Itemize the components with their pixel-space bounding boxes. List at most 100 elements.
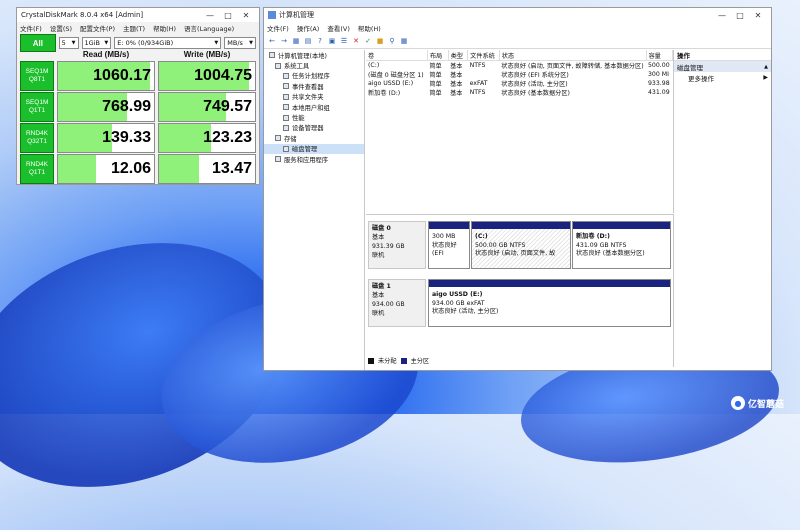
col-capacity[interactable]: 容量 [646,50,673,61]
delete-icon[interactable]: ✕ [351,36,361,46]
unit-value: MB/s [227,39,243,47]
col-volume[interactable]: 卷 [366,50,428,61]
close-icon[interactable]: ✕ [749,11,767,20]
tree-item-event-viewer[interactable]: 事件查看器 [264,81,364,91]
cell-filesystem: NTFS [469,62,486,69]
disk-1-size: 934.00 GB [372,301,405,308]
test-button-seq1m-q1t1[interactable]: SEQ1M Q1T1 [20,92,54,122]
menu-file[interactable]: 文件(F) [267,23,289,33]
table-row[interactable]: (磁盘 0 磁盘分区 1) 简单 基本 状态良好 (EFI 系统分区) 300 MI [366,70,673,79]
tree-item-performance[interactable]: 性能 [264,112,364,122]
up-folder-icon[interactable]: ▦ [291,36,301,46]
tree-label: 共享文件夹 [292,94,324,102]
partition-d[interactable]: 新加卷 (D:) 431.09 GB NTFS 状态良好 (基本数据分区) [572,221,671,269]
menu-help[interactable]: 帮助(H) [153,23,176,33]
computer-management-window: 计算机管理 — □ ✕ 文件(F) 操作(A) 查看(V) 帮助(H) ← → … [263,7,772,371]
clock-icon [283,72,289,79]
chevron-down-icon: ▼ [71,40,76,46]
tree-label: 系统工具 [284,63,310,71]
col-type[interactable]: 类型 [448,50,469,61]
tree-item-storage[interactable]: 存储 [264,133,364,143]
list-icon[interactable]: ☰ [339,36,349,46]
search-icon[interactable]: ⚲ [387,36,397,46]
properties-icon[interactable]: ▤ [303,36,313,46]
col-layout[interactable]: 布局 [427,50,449,61]
partition-efi[interactable]: 300 MB 状态良好 (EFI [428,221,470,269]
back-icon[interactable]: ← [267,36,277,46]
disk-0-status: 联机 [372,252,385,259]
menu-language[interactable]: 语言(Language) [184,23,234,33]
forward-icon[interactable]: → [279,36,289,46]
tree-root-label: 计算机管理(本地) [278,52,327,60]
write-result: 123.23 [158,123,256,153]
console-icon[interactable]: ▣ [327,36,337,46]
tree-item-services[interactable]: 服务和应用程序 [264,154,364,164]
partition-c[interactable]: (C:) 500.00 GB NTFS 状态良好 (启动, 页面文件, 故 [471,221,571,269]
count-select[interactable]: 5 ▼ [58,37,79,49]
disk-0-type: 基本 [372,234,385,241]
cell-filesystem: NTFS [469,89,486,96]
chevron-down-icon: ▼ [104,40,109,46]
menu-file[interactable]: 文件(F) [20,23,42,33]
menu-help[interactable]: 帮助(H) [358,23,381,33]
check-icon[interactable]: ✓ [363,36,373,46]
tree-item-task-scheduler[interactable]: 任务计划程序 [264,71,364,81]
write-value: 13.47 [211,160,252,177]
chevron-down-icon: ▼ [249,40,253,46]
maximize-icon[interactable]: □ [219,11,237,20]
cell-layout: 简单 [429,63,442,70]
test-button-rnd4k-q1t1[interactable]: RND4K Q1T1 [20,154,54,184]
minimize-icon[interactable]: — [201,11,219,20]
col-filesystem[interactable]: 文件系统 [467,50,500,61]
tree-label: 任务计划程序 [292,73,330,81]
chevron-right-icon: ▶ [763,74,768,81]
table-row[interactable]: (C:) 简单 基本 NTFS 状态良好 (启动, 页面文件, 故障转储, 基本数据分区… [366,61,673,70]
more-actions-label: 更多操作 [688,74,714,83]
disk-1-label[interactable]: 磁盘 1 基本 934.00 GB 联机 [368,279,426,327]
read-bar [58,155,97,183]
test-button-rnd4k-q32t1[interactable]: RND4K Q32T1 [20,123,54,153]
storage-icon [275,135,281,142]
unit-select[interactable]: MB/s ▼ [224,37,256,49]
test-button-seq1m-q8t1[interactable]: SEQ1M Q8T1 [20,61,54,91]
close-icon[interactable]: ✕ [237,11,255,20]
tools-icon [275,62,281,69]
menu-settings[interactable]: 设置(S) [50,23,72,33]
read-value: 139.33 [102,129,151,146]
disk-0-label[interactable]: 磁盘 0 基本 931.39 GB 联机 [368,221,426,269]
all-button[interactable]: All [20,34,56,52]
test-row-seq1m-q8t1: SEQ1M Q8T1 1060.17 1004.75 [20,61,256,91]
read-value: 12.06 [110,160,151,177]
help-icon[interactable]: ? [315,36,325,46]
tree-item-shared-folders[interactable]: 共享文件夹 [264,92,364,102]
actions-section-disk-management[interactable]: 磁盘管理 ▲ [674,61,771,72]
menu-profile[interactable]: 配置文件(P) [80,23,115,33]
size-value: 1GiB [84,39,100,47]
properties-sheet-icon[interactable]: ▦ [399,36,409,46]
table-row[interactable]: aigo USSD (E:) 简单 基本 exFAT 状态良好 (活动, 主分区) 933… [366,79,673,88]
maximize-icon[interactable]: □ [731,11,749,20]
more-actions[interactable]: 更多操作 ▶ [674,72,771,83]
menu-theme[interactable]: 主题(T) [123,23,145,33]
minimize-icon[interactable]: — [713,11,731,20]
drive-select[interactable]: E: 0% (0/934GiB) ▼ [114,37,222,49]
col-status[interactable]: 状态 [499,50,647,61]
size-select[interactable]: 1GiB ▼ [81,37,112,49]
table-row[interactable]: 新加卷 (D:) 简单 基本 NTFS 状态良好 (基本数据分区) 431.09 [366,88,673,97]
folder-icon[interactable]: ■ [375,36,385,46]
write-bar [159,155,200,183]
cell-capacity: 431.09 [648,89,670,96]
tree-root[interactable]: 计算机管理(本地) [264,50,364,60]
menu-action[interactable]: 操作(A) [297,23,320,33]
test-label-1: RND4K [25,130,49,137]
tree-item-disk-management[interactable]: 磁盘管理 [264,143,364,154]
tree-item-device-manager[interactable]: 设备管理器 [264,123,364,133]
cell-status: 状态良好 (活动, 主分区) [501,81,568,88]
read-value: 1060.17 [93,67,151,84]
menu-view[interactable]: 查看(V) [327,23,350,33]
partition-e[interactable]: aigo USSD (E:) 934.00 GB exFAT 状态良好 (活动,… [428,279,671,327]
tree-item-local-users[interactable]: 本地用户和组 [264,102,364,112]
tree-item-system-tools[interactable]: 系统工具 [264,60,364,70]
partition-title: 新加卷 (D:) [576,233,610,240]
cell-type: 基本 [450,72,463,79]
